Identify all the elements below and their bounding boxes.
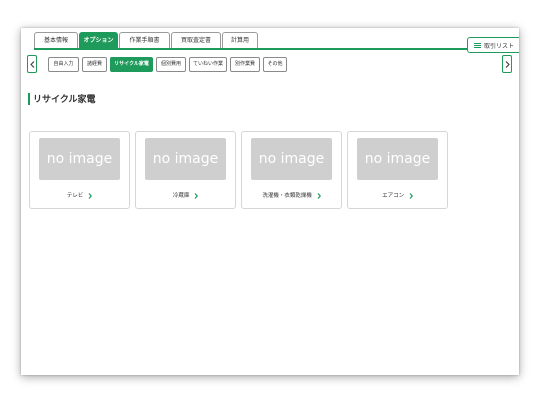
chevron-right-icon — [88, 192, 93, 199]
tab-calculation[interactable]: 計算用 — [222, 32, 258, 48]
chevron-right-icon — [505, 60, 510, 68]
subtab-careful-work[interactable]: ていねい作業 — [189, 57, 227, 72]
page-title: リサイクル家電 — [33, 95, 96, 105]
prev-button[interactable] — [27, 55, 37, 73]
card-label: テレビ — [30, 191, 129, 199]
card-refrigerator[interactable]: no image 冷蔵庫 — [135, 131, 236, 209]
subtab-individual-cost[interactable]: 個別費用 — [156, 57, 186, 72]
subtab-separate-work[interactable]: 別作業費 — [230, 57, 260, 72]
card-label: 冷蔵庫 — [136, 191, 235, 199]
card-label-text: 洗濯機・衣類乾燥機 — [262, 193, 312, 199]
transaction-list-button[interactable]: 取引リスト — [467, 37, 519, 53]
tab-basic-info[interactable]: 基本情報 — [34, 32, 78, 48]
card-label-text: テレビ — [66, 193, 84, 199]
subtab-other[interactable]: その他 — [263, 57, 287, 72]
chevron-left-icon — [29, 60, 34, 68]
chevron-right-icon — [317, 192, 321, 199]
hamburger-icon — [473, 42, 481, 48]
subtab-recycle-appliances[interactable]: リサイクル家電 — [110, 57, 153, 72]
tab-purchase-appraisal[interactable]: 買取査定書 — [171, 32, 221, 48]
subtab-misc-expenses[interactable]: 諸経費 — [82, 57, 107, 72]
subtab-free-input[interactable]: 自由入力 — [48, 57, 79, 72]
card-label: 洗濯機・衣類乾燥機 — [242, 191, 341, 199]
next-button[interactable] — [502, 55, 512, 73]
chevron-right-icon — [194, 192, 199, 199]
card-image-placeholder: no image — [357, 138, 438, 180]
main-tab-bar: 基本情報 オプション 作業手順書 買取査定書 計算用 — [21, 28, 519, 50]
card-image-placeholder: no image — [251, 138, 332, 180]
card-image-placeholder: no image — [145, 138, 226, 180]
card-label-text: エアコン — [382, 193, 405, 199]
title-accent-bar — [28, 93, 30, 105]
transaction-list-label: 取引リスト — [483, 42, 514, 50]
card-tv[interactable]: no image テレビ — [29, 131, 130, 209]
chevron-right-icon — [409, 192, 413, 199]
card-label-text: 冷蔵庫 — [172, 193, 190, 199]
app-window: 基本情報 オプション 作業手順書 買取査定書 計算用 取引リスト 自由入力 諸経… — [21, 28, 519, 375]
card-image-placeholder: no image — [39, 138, 120, 180]
tab-work-manual[interactable]: 作業手順書 — [119, 32, 170, 48]
card-washer-dryer[interactable]: no image 洗濯機・衣類乾燥機 — [241, 131, 342, 209]
card-air-conditioner[interactable]: no image エアコン — [347, 131, 448, 209]
card-label: エアコン — [348, 191, 447, 199]
tab-options[interactable]: オプション — [79, 32, 118, 48]
tab-underline — [34, 48, 483, 50]
